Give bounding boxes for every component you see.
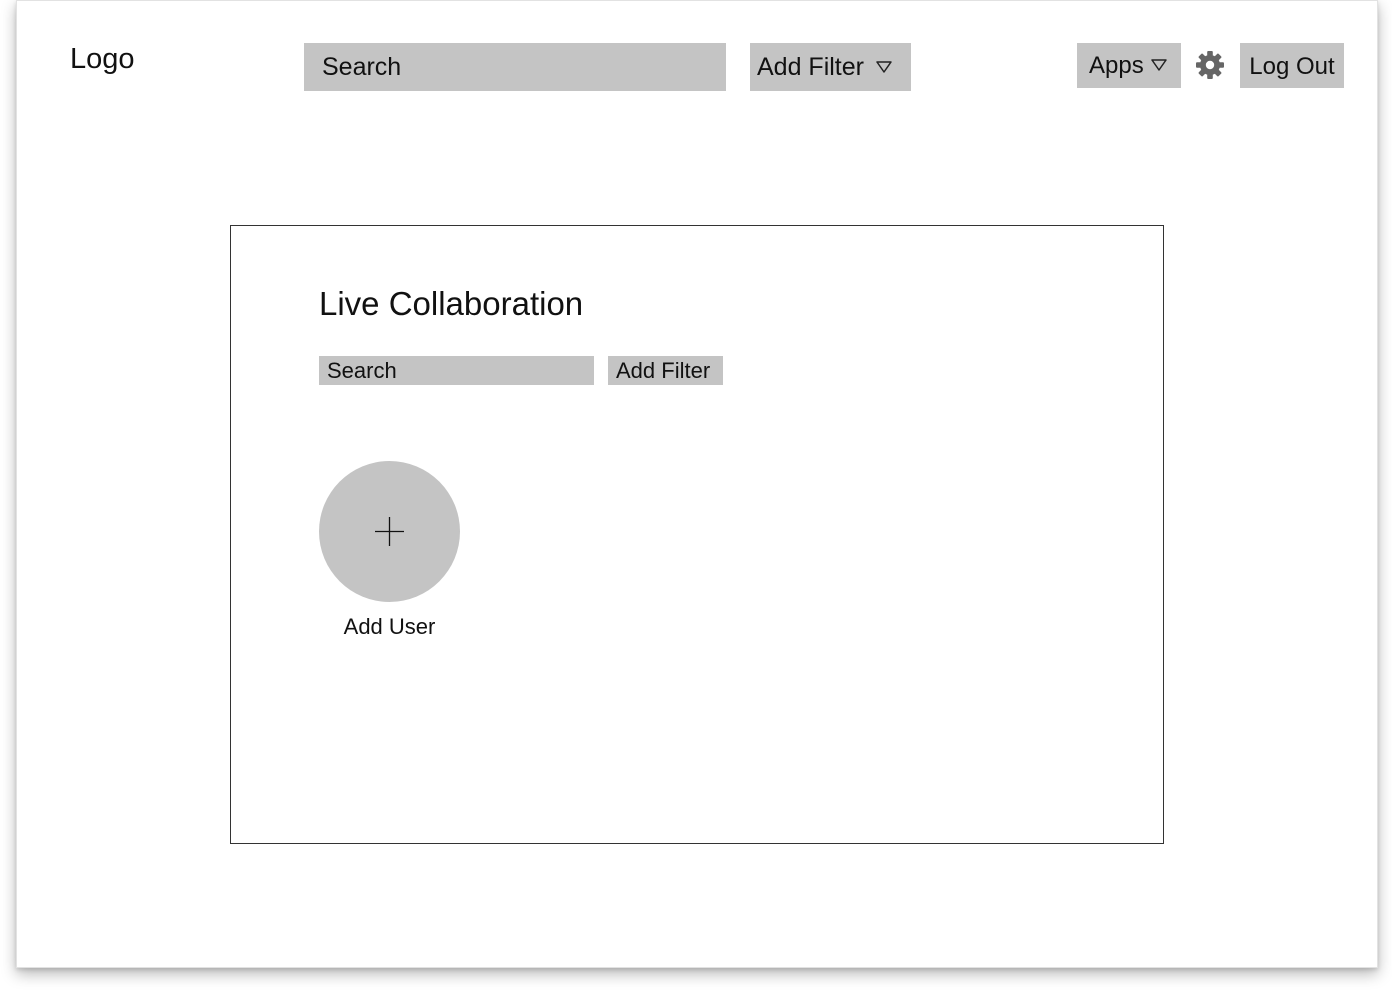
apps-label: Apps (1089, 52, 1144, 79)
plus-icon (375, 517, 404, 546)
panel-add-filter-label: Add Filter (616, 358, 711, 383)
panel-add-filter-button[interactable]: Add Filter (608, 356, 723, 385)
panel-title: Live Collaboration (319, 285, 584, 322)
add-user-button[interactable]: Add User (319, 461, 460, 641)
gear-icon[interactable] (1195, 50, 1225, 80)
add-filter-dropdown[interactable]: Add Filter (750, 43, 911, 91)
apps-dropdown[interactable]: Apps (1077, 43, 1181, 88)
caret-down-icon (1151, 59, 1167, 71)
panel-search-placeholder: Search (327, 358, 397, 383)
add-user-label: Add User (343, 614, 436, 639)
log-out-label: Log Out (1249, 53, 1335, 80)
panel-search-input[interactable]: Search (319, 356, 594, 385)
log-out-button[interactable]: Log Out (1240, 43, 1344, 88)
app-window: Logo Search Add Filter Apps Log Out Live… (16, 0, 1378, 968)
logo: Logo (70, 43, 135, 75)
caret-down-icon (876, 61, 892, 73)
search-input[interactable]: Search (304, 43, 726, 91)
search-placeholder: Search (322, 53, 402, 81)
add-user-circle[interactable] (319, 461, 460, 602)
add-filter-label: Add Filter (757, 53, 864, 81)
live-collaboration-panel: Live Collaboration Search Add Filter Add… (230, 225, 1164, 844)
